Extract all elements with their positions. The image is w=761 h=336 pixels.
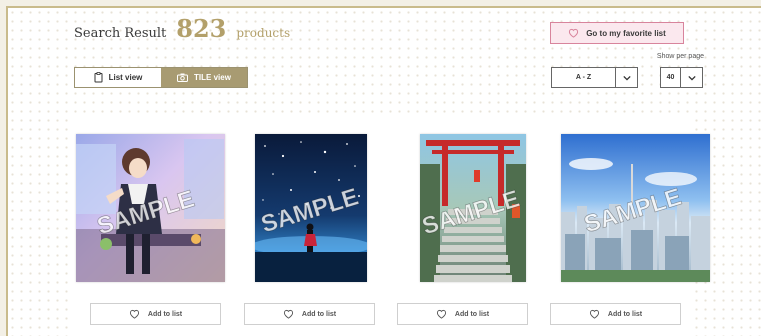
product-card: SAMPLE Add to list [530, 116, 710, 336]
chevron-down-icon [615, 68, 637, 87]
heart-icon [589, 309, 600, 319]
search-result-label: Search Result [74, 26, 167, 41]
go-to-favorite-list-button[interactable]: Go to my favorite list [550, 22, 684, 44]
add-to-list-button[interactable]: Add to list [397, 303, 528, 325]
add-to-list-label: Add to list [301, 310, 337, 318]
heart-icon [436, 309, 447, 319]
per-page-value: 40 [666, 74, 675, 81]
view-toggle: List view TILE view [74, 67, 248, 88]
product-card: SAMPLE Add to list [224, 116, 375, 336]
add-to-list-label: Add to list [147, 310, 183, 318]
result-unit: products [236, 26, 291, 40]
list-view-button[interactable]: List view [75, 68, 161, 87]
chevron-down-icon [680, 68, 702, 87]
product-thumbnail[interactable]: SAMPLE [76, 134, 225, 282]
result-count: 823 [176, 14, 227, 43]
product-card: SAMPLE Add to list [70, 116, 225, 336]
camera-icon [177, 73, 189, 82]
product-thumbnail[interactable]: SAMPLE [561, 134, 710, 282]
tile-view-label: TILE view [194, 73, 231, 82]
heart-icon [129, 309, 140, 319]
add-to-list-button[interactable]: Add to list [550, 303, 681, 325]
product-thumbnail[interactable]: SAMPLE [255, 134, 367, 282]
sort-select-value: A - Z [575, 74, 592, 81]
list-view-label: List view [108, 73, 143, 82]
per-page-select[interactable]: 40 [660, 67, 703, 88]
heart-icon [568, 28, 579, 38]
product-grid: SAMPLE Add to list SAMPLE Add to list SA… [70, 116, 710, 336]
add-to-list-label: Add to list [454, 310, 490, 318]
add-to-list-label: Add to list [607, 310, 643, 318]
heart-icon [283, 309, 294, 319]
sort-select[interactable]: A - Z [551, 67, 638, 88]
tile-view-button[interactable]: TILE view [161, 68, 247, 87]
product-card: SAMPLE Add to list [377, 116, 528, 336]
search-result-header: Search Result 823 products [74, 14, 290, 43]
add-to-list-button[interactable]: Add to list [244, 303, 375, 325]
product-thumbnail[interactable]: SAMPLE [420, 134, 526, 282]
clipboard-icon [94, 72, 103, 83]
add-to-list-button[interactable]: Add to list [90, 303, 221, 325]
favorite-list-label: Go to my favorite list [586, 28, 666, 38]
per-page-label: Show per page [656, 53, 704, 60]
